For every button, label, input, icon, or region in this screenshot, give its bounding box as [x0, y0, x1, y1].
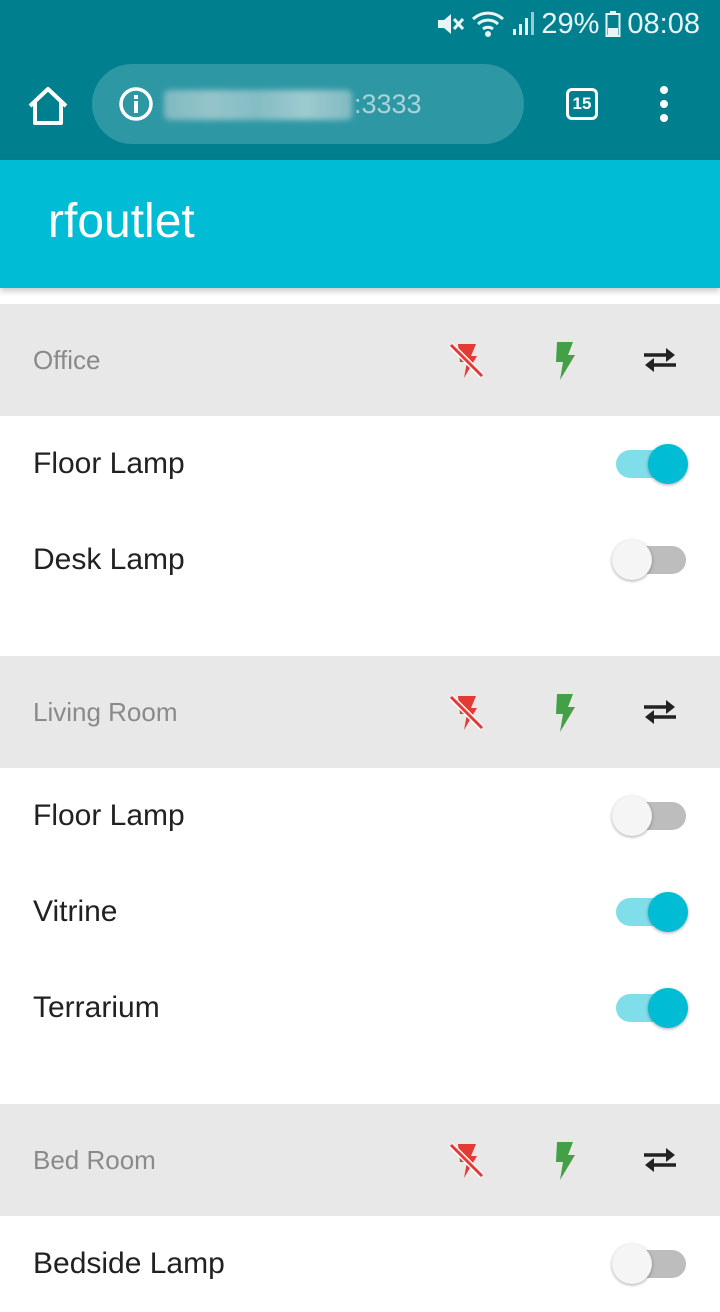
outlet-name: Floor Lamp: [33, 447, 185, 480]
outlet-list: Office Floor Lamp Desk Lamp Living Room Floo…: [0, 288, 720, 1312]
signal-icon: [513, 12, 535, 35]
group-spacer: [0, 288, 720, 304]
toggle-all-icon[interactable]: [640, 1140, 680, 1180]
switch-thumb: [648, 444, 688, 484]
outlet-row[interactable]: Bedside Lamp: [0, 1216, 720, 1312]
outlet-switch[interactable]: [612, 892, 690, 932]
group-title: Office: [33, 345, 101, 375]
app-bar: rfoutlet: [0, 160, 720, 288]
wifi-icon: [472, 11, 505, 37]
outlet-row[interactable]: Vitrine: [0, 864, 720, 960]
all-off-icon[interactable]: [446, 692, 486, 732]
all-on-icon[interactable]: [544, 692, 584, 732]
toggle-all-icon[interactable]: [640, 692, 680, 732]
group-header: Office: [0, 304, 720, 416]
outlet-switch[interactable]: [612, 988, 690, 1028]
switch-thumb: [612, 540, 652, 580]
outlet-switch[interactable]: [612, 796, 690, 836]
switch-thumb: [612, 796, 652, 836]
all-on-icon[interactable]: [544, 340, 584, 380]
status-bar: 29% 08:08: [0, 0, 720, 48]
outlet-switch[interactable]: [612, 444, 690, 484]
status-icons: 29% 08:08: [435, 6, 700, 42]
more-vert-icon[interactable]: [652, 86, 676, 124]
outlet-name: Vitrine: [33, 895, 118, 928]
group-spacer: [0, 608, 720, 656]
outlet-name: Floor Lamp: [33, 799, 185, 832]
switch-thumb: [612, 1244, 652, 1284]
outlet-switch[interactable]: [612, 1244, 690, 1284]
info-icon[interactable]: [118, 86, 154, 122]
outlet-name: Terrarium: [33, 991, 160, 1024]
outlet-row[interactable]: Floor Lamp: [0, 416, 720, 512]
address-bar[interactable]: :3333: [92, 64, 524, 144]
all-off-icon[interactable]: [446, 1140, 486, 1180]
all-on-icon[interactable]: [544, 1140, 584, 1180]
group-spacer: [0, 1056, 720, 1104]
all-off-icon[interactable]: [446, 340, 486, 380]
outlet-row[interactable]: Terrarium: [0, 960, 720, 1056]
outlet-switch[interactable]: [612, 540, 690, 580]
clock: 08:08: [627, 7, 700, 40]
group-header: Living Room: [0, 656, 720, 768]
app-title: rfoutlet: [48, 195, 195, 248]
mute-icon: [438, 14, 465, 34]
outlet-name: Desk Lamp: [33, 543, 185, 576]
group-header: Bed Room: [0, 1104, 720, 1216]
outlet-name: Bedside Lamp: [33, 1247, 225, 1280]
battery-percent: 29%: [541, 7, 600, 40]
outlet-row[interactable]: Desk Lamp: [0, 512, 720, 608]
switch-thumb: [648, 988, 688, 1028]
group-title: Living Room: [33, 697, 178, 727]
tab-switcher-button[interactable]: 15: [566, 88, 598, 120]
group-title: Bed Room: [33, 1145, 156, 1175]
browser-toolbar: :3333 15: [0, 48, 720, 160]
battery-icon: [605, 11, 621, 37]
url-redacted: [164, 90, 352, 120]
toggle-all-icon[interactable]: [640, 340, 680, 380]
outlet-row[interactable]: Floor Lamp: [0, 768, 720, 864]
url-text: :3333: [354, 89, 422, 119]
switch-thumb: [648, 892, 688, 932]
home-icon[interactable]: [26, 84, 70, 128]
